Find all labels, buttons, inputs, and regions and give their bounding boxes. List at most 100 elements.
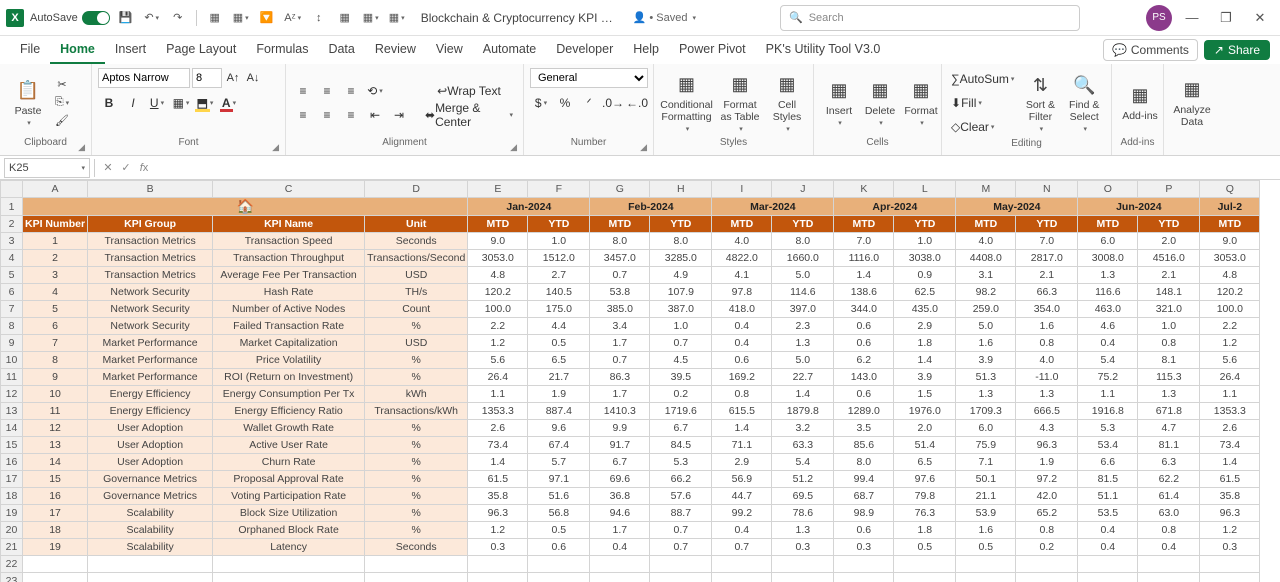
row-header[interactable]: 20 [1, 522, 23, 539]
row-header[interactable]: 6 [1, 284, 23, 301]
row-header[interactable]: 23 [1, 573, 23, 582]
cell[interactable]: ROI (Return on Investment) [213, 369, 365, 386]
cell[interactable]: YTD [772, 216, 834, 233]
cell[interactable]: 5.0 [956, 318, 1016, 335]
cell[interactable]: 8.0 [772, 233, 834, 250]
cell[interactable]: 9.6 [528, 420, 590, 437]
cell[interactable]: 148.1 [1138, 284, 1200, 301]
cell[interactable]: 1.2 [468, 335, 528, 352]
cell[interactable]: % [365, 318, 468, 335]
cell[interactable]: 62.2 [1138, 471, 1200, 488]
cell[interactable]: 1.8 [894, 522, 956, 539]
cell[interactable]: 35.8 [468, 488, 528, 505]
row-header[interactable]: 10 [1, 352, 23, 369]
cell[interactable]: Transaction Metrics [88, 250, 213, 267]
cell[interactable]: 385.0 [590, 301, 650, 318]
tab-help[interactable]: Help [623, 38, 669, 64]
cell[interactable]: 🏠 [23, 198, 468, 216]
cell[interactable]: 53.5 [1078, 505, 1138, 522]
tab-page-layout[interactable]: Page Layout [156, 38, 246, 64]
cell[interactable]: 3.9 [894, 369, 956, 386]
cell[interactable]: 5 [23, 301, 88, 318]
cell[interactable]: 4516.0 [1138, 250, 1200, 267]
cell[interactable]: Energy Consumption Per Tx [213, 386, 365, 403]
toggle-on-icon[interactable] [82, 11, 110, 25]
cell[interactable]: 66.3 [1016, 284, 1078, 301]
row-header[interactable]: 18 [1, 488, 23, 505]
cell[interactable]: 2.2 [1200, 318, 1260, 335]
cell[interactable]: 107.9 [650, 284, 712, 301]
cell[interactable]: 2.7 [528, 267, 590, 284]
cell[interactable]: Number of Active Nodes [213, 301, 365, 318]
merge-center-button[interactable]: ⬌ Merge & Center▾ [421, 104, 517, 126]
cell[interactable]: Scalability [88, 522, 213, 539]
row-header[interactable]: 19 [1, 505, 23, 522]
analyze-button[interactable]: ▦Analyze Data [1170, 69, 1214, 137]
cell[interactable]: 5.3 [1078, 420, 1138, 437]
cell[interactable]: 3.5 [834, 420, 894, 437]
copy-icon[interactable]: ⎘▾ [53, 94, 71, 112]
cell[interactable]: Active User Rate [213, 437, 365, 454]
cell[interactable]: 1.3 [956, 386, 1016, 403]
tab-formulas[interactable]: Formulas [246, 38, 318, 64]
row-header[interactable]: 2 [1, 216, 23, 233]
cell[interactable]: Failed Transaction Rate [213, 318, 365, 335]
cell[interactable]: 85.6 [834, 437, 894, 454]
cell[interactable]: 0.2 [1016, 539, 1078, 556]
cell[interactable]: -11.0 [1016, 369, 1078, 386]
col-header[interactable]: B [88, 181, 213, 198]
cell[interactable]: 5.0 [772, 352, 834, 369]
col-header[interactable]: L [894, 181, 956, 198]
cell[interactable]: 4.8 [1200, 267, 1260, 284]
cell[interactable]: 1.1 [468, 386, 528, 403]
cell[interactable]: 6.5 [528, 352, 590, 369]
cell[interactable]: 94.6 [590, 505, 650, 522]
bold-button[interactable]: B [98, 92, 120, 114]
row-header[interactable]: 14 [1, 420, 23, 437]
cell[interactable]: 0.5 [528, 335, 590, 352]
cell[interactable] [1138, 573, 1200, 582]
row-header[interactable]: 11 [1, 369, 23, 386]
cell[interactable]: 887.4 [528, 403, 590, 420]
enter-formula-icon[interactable]: ✓ [117, 161, 135, 174]
col-header[interactable]: G [590, 181, 650, 198]
cell[interactable]: Average Fee Per Transaction [213, 267, 365, 284]
cell[interactable]: 4.0 [956, 233, 1016, 250]
align-left-icon[interactable]: ≡ [292, 104, 314, 126]
cell[interactable]: 4 [23, 284, 88, 301]
cell[interactable]: 1.3 [1016, 386, 1078, 403]
cell[interactable]: TH/s [365, 284, 468, 301]
cell[interactable]: 4822.0 [712, 250, 772, 267]
cell[interactable]: 4.6 [1078, 318, 1138, 335]
cell[interactable] [1138, 556, 1200, 573]
cell[interactable] [1016, 573, 1078, 582]
cell[interactable]: 0.7 [650, 522, 712, 539]
cell[interactable]: 1.2 [1200, 335, 1260, 352]
cell[interactable]: Proposal Approval Rate [213, 471, 365, 488]
cell[interactable]: 7 [23, 335, 88, 352]
cell[interactable]: 99.2 [712, 505, 772, 522]
cell[interactable]: YTD [894, 216, 956, 233]
cell[interactable]: Market Performance [88, 352, 213, 369]
cell[interactable]: 259.0 [956, 301, 1016, 318]
cell[interactable]: 1.1 [1078, 386, 1138, 403]
cell[interactable]: 2817.0 [1016, 250, 1078, 267]
cell[interactable] [88, 556, 213, 573]
cell[interactable]: 1.0 [894, 233, 956, 250]
cell[interactable]: 120.2 [468, 284, 528, 301]
cell[interactable]: User Adoption [88, 437, 213, 454]
cell[interactable]: Governance Metrics [88, 488, 213, 505]
row-header[interactable]: 22 [1, 556, 23, 573]
cell[interactable] [590, 573, 650, 582]
cell[interactable]: 1116.0 [834, 250, 894, 267]
cell[interactable]: 1.7 [590, 335, 650, 352]
cell[interactable]: 6.3 [1138, 454, 1200, 471]
cell[interactable]: Block Size Utilization [213, 505, 365, 522]
conditional-formatting-button[interactable]: ▦Conditional Formatting▾ [660, 69, 713, 137]
cell[interactable]: 5.4 [772, 454, 834, 471]
cell[interactable]: 344.0 [834, 301, 894, 318]
cell[interactable]: 4.3 [1016, 420, 1078, 437]
row-header[interactable]: 9 [1, 335, 23, 352]
cell[interactable]: MTD [956, 216, 1016, 233]
sort-filter-button[interactable]: ⇅Sort & Filter▾ [1020, 69, 1060, 137]
